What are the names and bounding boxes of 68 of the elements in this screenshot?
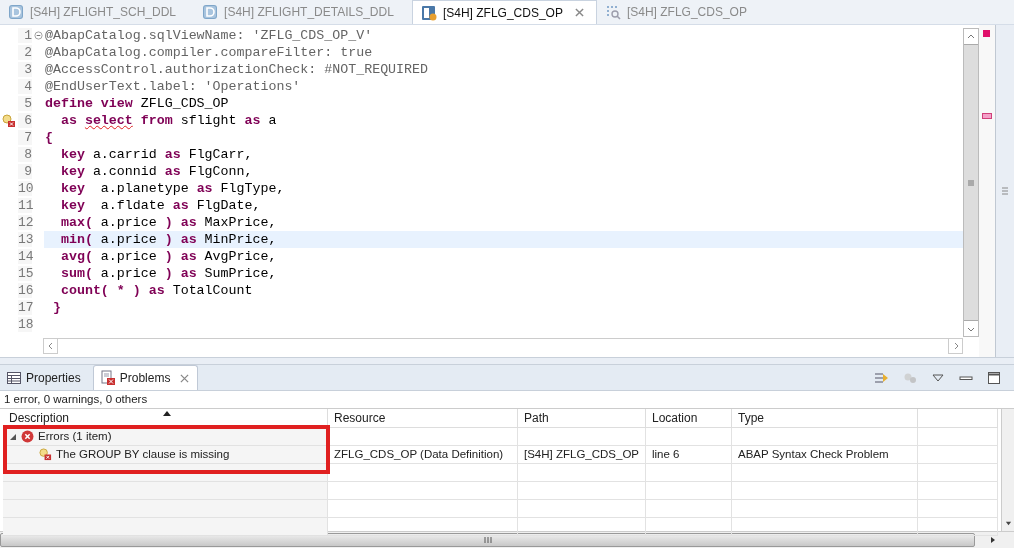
line-number: 8 <box>18 147 32 162</box>
expand-toggle-icon[interactable] <box>9 432 17 441</box>
line-number: 15 <box>18 266 32 281</box>
close-icon[interactable] <box>574 8 584 17</box>
close-icon[interactable] <box>180 373 190 383</box>
code-line: min( a.price ) as MinPrice, <box>59 232 277 247</box>
code-line: sum( a.price ) as SumPrice, <box>59 266 277 281</box>
table-cell: ZFLG_CDS_OP (Data Definition) <box>328 446 518 464</box>
panel-tab[interactable]: Properties <box>0 365 93 390</box>
sort-icon <box>163 411 171 416</box>
sash-grip-icon[interactable] <box>1002 186 1008 196</box>
code-line: { <box>45 130 53 145</box>
code-line: count( * ) as TotalCount <box>59 283 253 298</box>
code-line: @AbapCatalog.sqlViewName: 'ZFLG_CDS_OP_V' <box>45 28 373 43</box>
scroll-down-icon[interactable] <box>1004 520 1012 527</box>
maximize-icon[interactable] <box>986 369 1002 386</box>
line-number: 4 <box>18 79 32 94</box>
code-line: key a.carrid as FlgCarr, <box>59 147 253 162</box>
code-line: avg( a.price ) as AvgPrice, <box>59 249 277 264</box>
line-number: 2 <box>18 45 32 60</box>
error-summary-icon <box>983 30 990 37</box>
line-number: 14 <box>18 249 32 264</box>
line-number: 16 <box>18 283 32 298</box>
error-marker-icon <box>39 448 52 461</box>
grid-search-icon <box>604 4 621 20</box>
line-number: 3 <box>18 62 32 77</box>
code-line: } <box>51 300 61 315</box>
document-icon <box>202 4 219 20</box>
line-number: 10 <box>18 181 32 196</box>
table-cell: ABAP Syntax Check Problem <box>732 446 918 464</box>
line-number: 13 <box>18 232 32 247</box>
column-header[interactable]: Resource <box>328 409 518 428</box>
error-icon <box>21 430 34 443</box>
code-line: key a.fldate as FlgDate, <box>59 198 261 213</box>
error-marker-icon <box>2 113 16 128</box>
document-icon <box>420 4 437 21</box>
scroll-right-icon[interactable] <box>989 536 997 544</box>
column-header[interactable]: Type <box>732 409 918 428</box>
table-cell: [S4H] ZFLG_CDS_OP <box>518 446 646 464</box>
line-number: 7 <box>18 130 32 145</box>
problems-summary: 1 error, 0 warnings, 0 others <box>3 392 149 407</box>
line-number: 5 <box>18 96 32 111</box>
code-line: @AccessControl.authorizationCheck: #NOT_REQUIRED <box>45 62 428 77</box>
line-number: 1 <box>18 28 32 43</box>
editor-tab[interactable]: [S4H] ZFLG_CDS_OP <box>411 0 597 24</box>
document-icon <box>8 4 24 20</box>
line-number: 18 <box>18 317 32 332</box>
code-line: as select from sflight as a <box>59 113 277 128</box>
code-line: max( a.price ) as MaxPrice, <box>59 215 277 230</box>
code-line: define view ZFLG_CDS_OP <box>45 96 229 111</box>
problems-icon <box>99 370 116 386</box>
line-number: 9 <box>18 164 32 179</box>
panel-tab[interactable]: Problems <box>92 365 199 390</box>
code-line: key a.connid as FlgConn, <box>59 164 253 179</box>
scroll-left-icon[interactable] <box>43 339 58 354</box>
code-line: @AbapCatalog.compiler.compareFilter: true <box>45 45 373 60</box>
table-icon <box>6 369 22 386</box>
column-header[interactable]: Path <box>518 409 646 428</box>
line-number: 11 <box>18 198 32 213</box>
code-line: @EndUserText.label: 'Operations' <box>45 79 301 94</box>
table-cell: line 6 <box>646 446 732 464</box>
line-number: 17 <box>18 300 32 315</box>
column-header[interactable]: Location <box>646 409 732 428</box>
collapse-icon[interactable] <box>33 31 43 40</box>
error-overview-marker[interactable] <box>982 113 992 119</box>
line-number: 6 <box>18 113 32 128</box>
code-line: key a.planetype as FlgType, <box>59 181 285 196</box>
line-number: 12 <box>18 215 32 230</box>
